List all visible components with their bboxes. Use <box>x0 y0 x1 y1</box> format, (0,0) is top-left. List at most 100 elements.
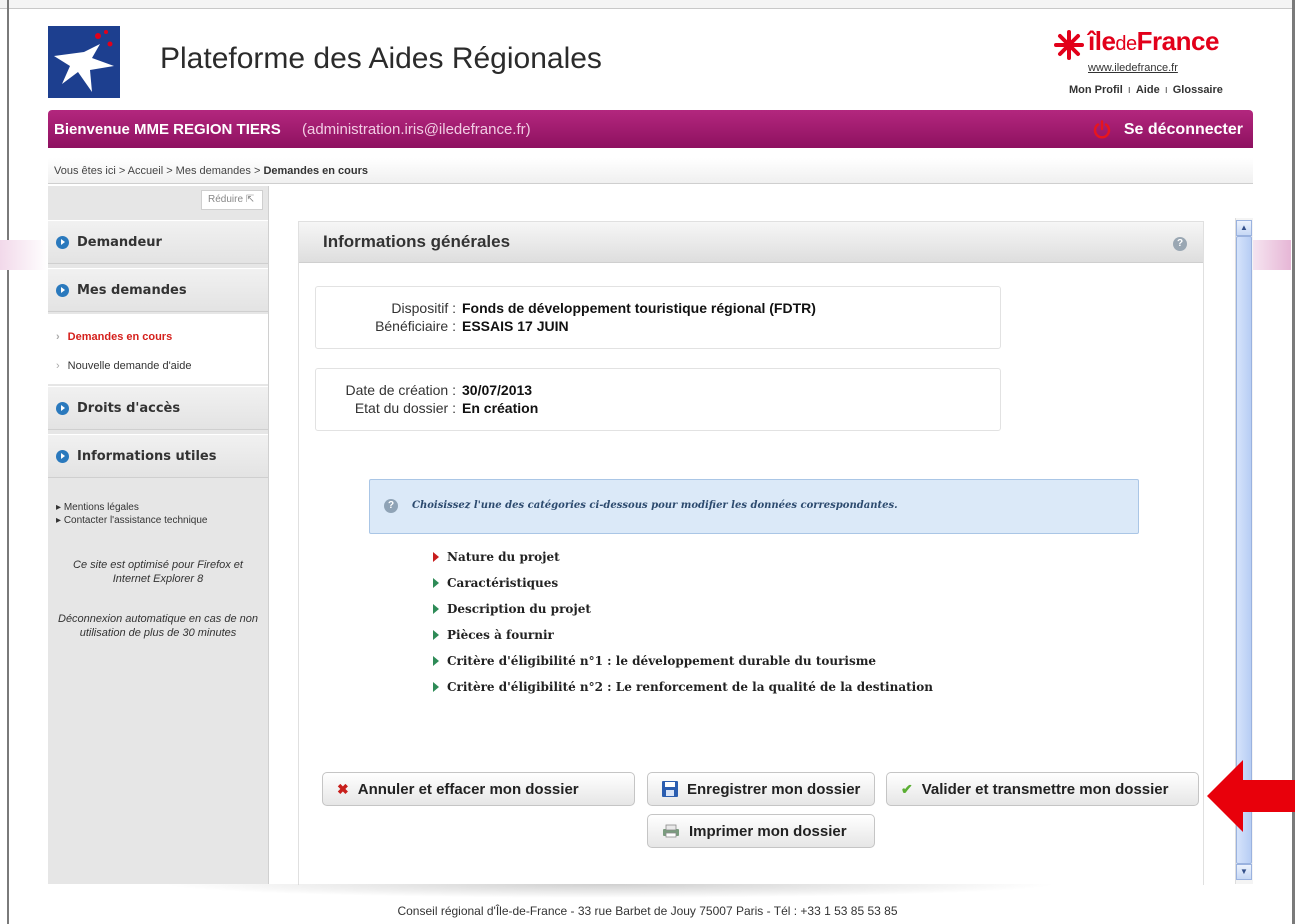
beneficiaire-value: ESSAIS 17 JUIN <box>462 318 569 334</box>
brand-ile: île <box>1088 26 1116 56</box>
sidebar-item-demandeur[interactable]: Demandeur <box>48 220 268 264</box>
cancel-label: Annuler et effacer mon dossier <box>357 780 579 798</box>
sidebar-item-mes-demandes[interactable]: Mes demandes <box>48 268 268 312</box>
date-value: 30/07/2013 <box>462 382 533 398</box>
category-label: Critère d'éligibilité n°1 : le développe… <box>447 654 877 668</box>
category-link[interactable]: Nature du projet <box>433 550 560 564</box>
category-link[interactable]: Description du projet <box>433 602 591 616</box>
reduce-label: Réduire <box>208 194 244 205</box>
breadcrumb-path[interactable]: Vous êtes ici > Accueil > Mes demandes > <box>54 165 263 177</box>
sidebar-item-label: Mes demandes <box>77 282 187 298</box>
category-label: Caractéristiques <box>447 576 559 590</box>
dossier-status-box: Date de création : 30/07/2013 Etat du dos… <box>315 368 1001 431</box>
etat-label: Etat du dossier : <box>354 400 456 416</box>
iledefrance-logo[interactable]: îledeFrance <box>1088 26 1219 57</box>
top-link-glossaire[interactable]: Glossaire <box>1173 84 1223 96</box>
chevron-right-icon <box>433 629 439 640</box>
cancel-delete-button[interactable]: ✖ Annuler et effacer mon dossier <box>322 772 635 806</box>
category-label: Description du projet <box>447 602 591 616</box>
save-label: Enregistrer mon dossier <box>687 780 861 798</box>
sidebar-submenu: › Demandes en cours › Nouvelle demande d'a… <box>48 314 268 384</box>
breadcrumb-current: Demandes en cours <box>263 165 368 177</box>
chevron-right-icon <box>433 681 439 692</box>
sidebar-item-label: Demandeur <box>77 234 162 250</box>
region-logo-icon[interactable] <box>48 26 120 98</box>
power-icon <box>1093 120 1111 139</box>
sidebar-item-informations-utiles[interactable]: Informations utiles <box>48 434 268 478</box>
footer-shadow <box>160 884 1060 898</box>
assistance-link[interactable]: ▸ Contacter l'assistance technique <box>56 514 207 527</box>
sidebar-links: ▸ Mentions légales ▸ Contacter l'assista… <box>56 501 207 527</box>
chevron-right-icon <box>433 577 439 588</box>
help-icon[interactable]: ? <box>1173 237 1187 251</box>
dispositif-value: Fonds de développement touristique régio… <box>462 300 816 316</box>
scroll-up-button[interactable]: ▲ <box>1236 220 1252 236</box>
top-link-aide[interactable]: Aide <box>1136 84 1160 96</box>
info-tip-box: ? Choisissez l'une des catégories ci-des… <box>369 479 1139 534</box>
footer-text: Conseil régional d'Île-de-France - 33 ru… <box>397 904 898 918</box>
printer-icon <box>663 824 679 838</box>
main-panel: Informations générales ? Dispositif : Fon… <box>298 221 1204 885</box>
sidebar-item-label: Droits d'accès <box>77 400 181 416</box>
validate-submit-button[interactable]: ✔ Valider et transmettre mon dossier <box>886 772 1199 806</box>
top-link-profile[interactable]: Mon Profil <box>1069 84 1123 96</box>
category-link[interactable]: Critère d'éligibilité n°2 : Le renforcem… <box>433 680 933 694</box>
etat-value: En création <box>462 400 539 416</box>
etat-row: Etat du dossier : En création <box>324 400 538 416</box>
dispositif-label: Dispositif : <box>391 300 456 316</box>
dispositif-box: Dispositif : Fonds de développement touri… <box>315 286 1001 349</box>
arrow-icon: › <box>56 331 60 343</box>
info-icon: ? <box>384 499 398 513</box>
submenu-label: Demandes en cours <box>67 331 173 343</box>
category-label: Nature du projet <box>447 550 560 564</box>
dispositif-row: Dispositif : Fonds de développement touri… <box>324 300 816 316</box>
save-button[interactable]: Enregistrer mon dossier <box>647 772 875 806</box>
scroll-down-button[interactable]: ▼ <box>1236 864 1252 880</box>
print-label: Imprimer mon dossier <box>689 822 847 840</box>
bullet-icon <box>56 449 69 463</box>
category-link[interactable]: Critère d'éligibilité n°1 : le développe… <box>433 654 876 668</box>
arrow-icon: › <box>56 360 60 372</box>
chevron-right-icon <box>433 603 439 614</box>
mentions-legales-link[interactable]: ▸ Mentions légales <box>56 501 207 514</box>
category-label: Critère d'éligibilité n°2 : Le renforcem… <box>447 680 933 694</box>
sidebar-item-droits-acces[interactable]: Droits d'accès <box>48 386 268 430</box>
chevron-right-icon <box>433 551 439 562</box>
reduce-button[interactable]: Réduire ⇱ <box>201 190 263 210</box>
tip-text: Choisissez l'une des catégories ci-desso… <box>412 500 898 511</box>
welcome-email: (administration.iris@iledefrance.fr) <box>302 121 531 138</box>
bullet-icon <box>56 283 69 297</box>
browser-frame-top <box>0 0 1295 9</box>
welcome-name: Bienvenue MME REGION TIERS <box>54 121 281 138</box>
sidebar-item-label: Informations utiles <box>77 448 217 464</box>
chevron-right-icon <box>433 655 439 666</box>
collapse-icon: ⇱ <box>245 194 255 205</box>
background-decoration-left <box>0 240 48 270</box>
logout-note: Déconnexion automatique en cas de non ut… <box>58 613 258 639</box>
category-label: Pièces à fournir <box>447 628 554 642</box>
submenu-demandes-en-cours[interactable]: › Demandes en cours <box>56 331 172 343</box>
bullet-icon <box>56 235 69 249</box>
panel-title: Informations générales <box>323 232 511 251</box>
submenu-nouvelle-demande[interactable]: › Nouvelle demande d'aide <box>56 360 191 372</box>
site-title: Plateforme des Aides Régionales <box>160 42 602 75</box>
logout-button[interactable]: Se déconnecter <box>1092 120 1243 140</box>
category-link[interactable]: Pièces à fournir <box>433 628 554 642</box>
submenu-label: Nouvelle demande d'aide <box>67 360 192 372</box>
browser-note: Ce site est optimisé pour Firefox et Int… <box>73 559 243 585</box>
date-row: Date de création : 30/07/2013 <box>324 382 532 398</box>
link-label: Contacter l'assistance technique <box>63 515 208 526</box>
top-links: Mon Profil ı Aide ı Glossaire <box>1069 84 1223 96</box>
print-button[interactable]: Imprimer mon dossier <box>647 814 875 848</box>
logout-label: Se déconnecter <box>1123 121 1243 138</box>
bullet-icon <box>56 401 69 415</box>
iledefrance-url-link[interactable]: www.iledefrance.fr <box>1088 62 1178 74</box>
link-label: Mentions légales <box>63 502 139 513</box>
beneficiaire-row: Bénéficiaire : ESSAIS 17 JUIN <box>324 318 569 334</box>
panel-header: Informations générales ? <box>299 222 1203 263</box>
red-arrow-annotation <box>1207 760 1295 832</box>
checkmark-icon: ✔ <box>901 780 913 797</box>
category-link[interactable]: Caractéristiques <box>433 576 558 590</box>
iledefrance-star-icon <box>1054 30 1084 60</box>
beneficiaire-label: Bénéficiaire : <box>375 318 456 334</box>
